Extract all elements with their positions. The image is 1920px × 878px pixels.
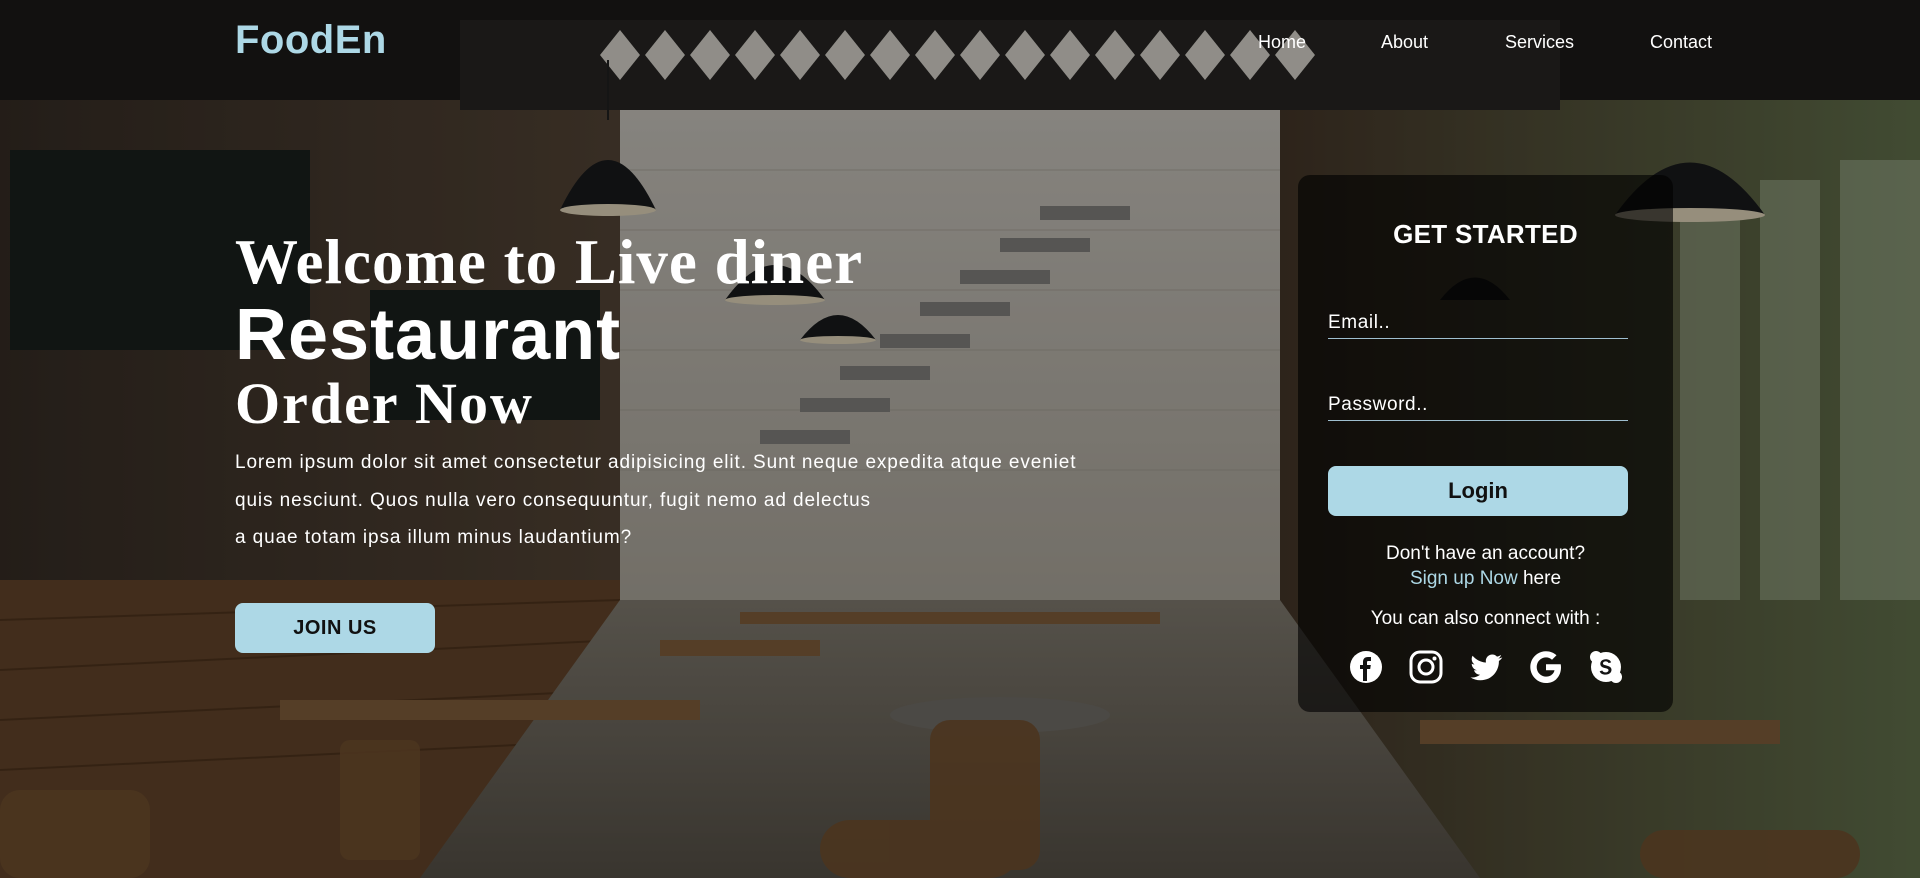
nav-links: Home About Services Contact xyxy=(0,32,1920,56)
no-account-text: Don't have an account? xyxy=(1385,543,1586,564)
login-button[interactable]: Login xyxy=(1328,466,1628,516)
hero-description: Lorem ipsum dolor sit amet consectetur a… xyxy=(235,444,1195,557)
nav-link-services[interactable]: Services xyxy=(1505,32,1574,53)
password-input[interactable] xyxy=(1328,389,1628,421)
login-card-title: GET STARTED xyxy=(1393,219,1578,249)
hero-description-line: quis nesciunt. Quos nulla vero consequun… xyxy=(235,489,871,511)
instagram-icon[interactable] xyxy=(1408,649,1444,685)
signup-prompt: Don't have an account? Sign up Now here xyxy=(1298,541,1673,591)
nav-link-about[interactable]: About xyxy=(1381,32,1428,53)
login-card: GET STARTED Login Don't have an account?… xyxy=(1298,175,1673,712)
social-icons xyxy=(1348,649,1628,689)
twitter-icon[interactable] xyxy=(1468,649,1504,685)
navbar: FoodEn Home About Services Contact xyxy=(0,0,1920,84)
hero-description-line: Lorem ipsum dolor sit amet consectetur a… xyxy=(235,452,1077,473)
join-us-button[interactable]: JOIN US xyxy=(235,603,435,653)
skype-icon[interactable] xyxy=(1588,649,1624,685)
hero-section: Welcome to Live diner Restaurant Order N… xyxy=(235,226,1195,557)
hero-heading-order-now: Order Now xyxy=(235,371,534,436)
signup-line: Sign up Now here xyxy=(1298,566,1673,591)
nav-link-home[interactable]: Home xyxy=(1258,32,1306,53)
nav-link-contact[interactable]: Contact xyxy=(1650,32,1712,53)
signup-link[interactable]: Sign up Now xyxy=(1410,568,1518,589)
connect-with-text: You can also connect with : xyxy=(1370,608,1601,629)
hero-heading-restaurant: Restaurant xyxy=(235,295,622,375)
signup-suffix: here xyxy=(1517,568,1562,589)
hero-description-line: a quae totam ipsa illum minus laudantium… xyxy=(235,527,633,548)
hero-heading-welcome: Welcome to Live diner xyxy=(235,227,864,297)
facebook-icon[interactable] xyxy=(1348,649,1384,685)
email-input[interactable] xyxy=(1328,307,1628,339)
google-icon[interactable] xyxy=(1528,649,1564,685)
